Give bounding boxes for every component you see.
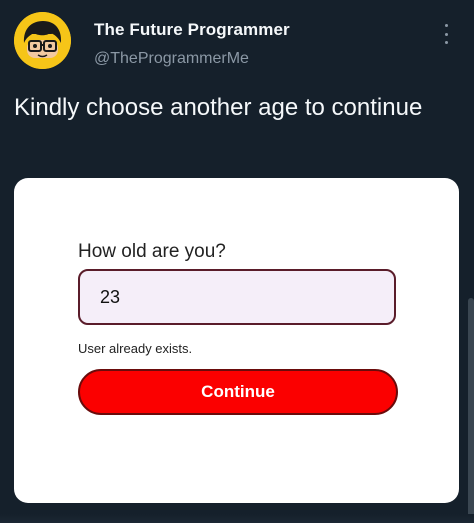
avatar[interactable]	[14, 12, 71, 69]
scrollbar[interactable]	[468, 298, 474, 523]
bottom-edge	[0, 514, 474, 523]
cartoon-programmer-face-icon	[14, 12, 71, 69]
author-handle[interactable]: @TheProgrammerMe	[94, 50, 249, 68]
age-input[interactable]	[78, 269, 396, 325]
error-message: User already exists.	[78, 341, 193, 356]
age-question-label: How old are you?	[78, 241, 226, 262]
author-name[interactable]: The Future Programmer	[94, 20, 290, 40]
tweet-text: Kindly choose another age to continue	[14, 94, 423, 121]
tweet-media-image[interactable]: How old are you? User already exists. Co…	[14, 178, 459, 503]
more-dot	[444, 32, 448, 36]
tweet-view: The Future Programmer @TheProgrammerMe K…	[0, 0, 474, 523]
more-dot	[444, 41, 448, 44]
more-dot	[444, 24, 448, 27]
more-vertical-icon[interactable]	[436, 20, 456, 48]
continue-button[interactable]: Continue	[78, 369, 398, 415]
